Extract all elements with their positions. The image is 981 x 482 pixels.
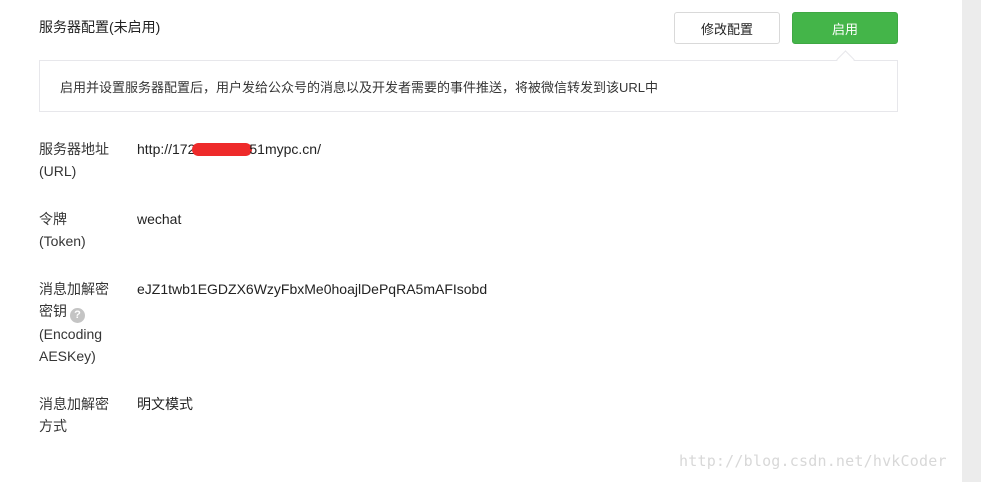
field-encrypt-mode-label: 消息加解密 方式 (39, 393, 119, 437)
notice-text: 启用并设置服务器配置后，用户发给公众号的消息以及开发者需要的事件推送，将被微信转… (60, 79, 659, 95)
field-url-label-line: (URL) (39, 163, 77, 179)
field-encrypt-mode-label-line: 方式 (39, 418, 67, 434)
field-encrypt-mode-label-line: 消息加解密 (39, 396, 109, 412)
page-title: 服务器配置(未启用) (39, 19, 161, 35)
question-circle-icon[interactable]: ? (70, 308, 85, 323)
field-aes-key-label-line: AESKey) (39, 348, 96, 364)
enable-button[interactable]: 启用 (792, 12, 898, 44)
field-token-label-line: (Token) (39, 233, 86, 249)
modify-config-button[interactable]: 修改配置 (674, 12, 780, 44)
url-value-suffix: 51mypc.cn/ (249, 141, 321, 157)
field-token-label-line: 令牌 (39, 211, 67, 227)
field-aes-key-label: 消息加解密 密钥? (Encoding AESKey) (39, 278, 119, 367)
field-aes-key-label-line: (Encoding (39, 326, 103, 342)
field-aes-key-label-text: 密钥 (39, 303, 67, 319)
field-aes-key-label-line: 消息加解密 (39, 281, 109, 297)
scrollbar-track[interactable] (962, 0, 981, 482)
field-url-label-line: 服务器地址 (39, 141, 109, 157)
field-aes-key-value: eJZ1twb1EGDZX6WzyFbxMe0hoajlDePqRA5mAFIs… (137, 281, 488, 297)
field-url-label: 服务器地址 (URL) (39, 138, 119, 182)
field-aes-key-label-line: 密钥? (39, 300, 119, 323)
url-value-prefix: http://172 (137, 141, 196, 157)
notice-box: 启用并设置服务器配置后，用户发给公众号的消息以及开发者需要的事件推送，将被微信转… (39, 60, 898, 112)
watermark: http://blog.csdn.net/hvkCoder (679, 452, 947, 470)
field-token-value: wechat (137, 211, 182, 227)
redaction-mark (192, 143, 253, 156)
field-url-value: http://172 51mypc.cn/ (137, 138, 321, 160)
field-token-label: 令牌 (Token) (39, 208, 119, 252)
field-encrypt-mode-value: 明文模式 (137, 396, 193, 412)
